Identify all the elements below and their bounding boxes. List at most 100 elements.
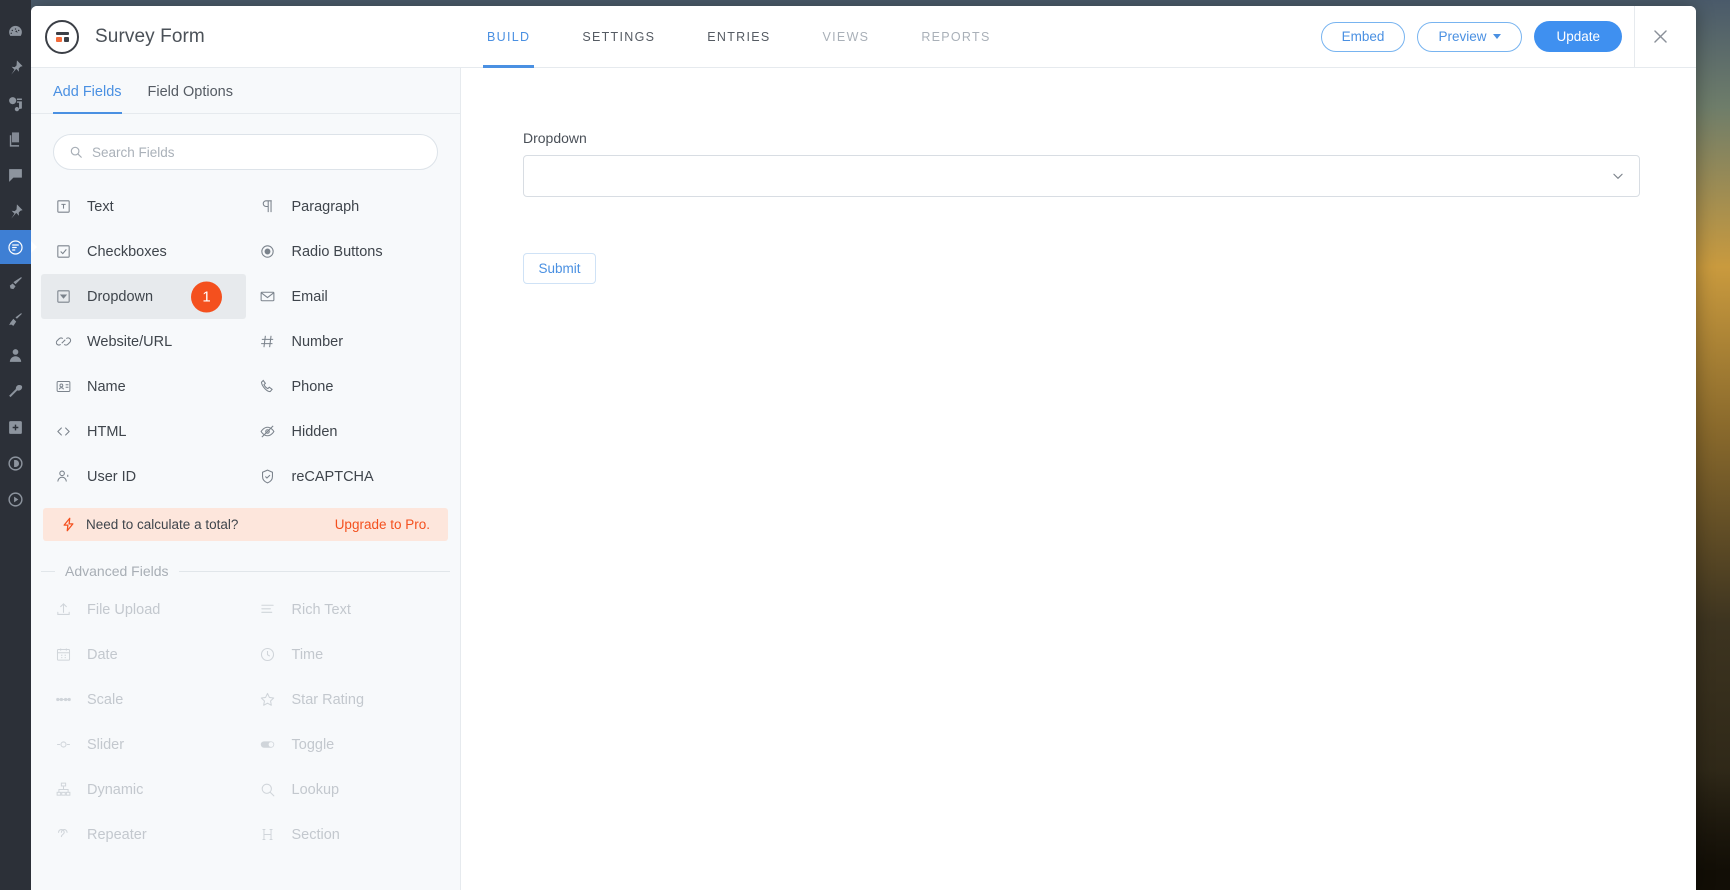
form-preview-canvas: Dropdown Submit — [461, 68, 1696, 890]
preview-label: Preview — [1438, 29, 1487, 44]
field-item-text[interactable]: Text — [41, 184, 246, 229]
tab-reports[interactable]: REPORTS — [895, 6, 1016, 68]
header-actions: Embed Preview Update — [1320, 6, 1696, 68]
formidable-logo-icon — [45, 19, 79, 54]
builder-tabs: BUILD SETTINGS ENTRIES VIEWS REPORTS — [461, 6, 1017, 68]
search-input[interactable] — [92, 144, 422, 160]
field-item-number[interactable]: Number — [246, 319, 451, 364]
plugin-icon[interactable] — [0, 302, 31, 336]
field-label: Slider — [87, 736, 125, 753]
builder-header: Survey Form BUILD SETTINGS ENTRIES VIEWS… — [31, 6, 1696, 68]
section-icon — [258, 826, 278, 843]
users-icon[interactable] — [0, 338, 31, 372]
field-item-checkboxes[interactable]: Checkboxes — [41, 229, 246, 274]
slider-icon — [53, 736, 73, 753]
field-item-lookup[interactable]: Lookup — [246, 767, 451, 812]
field-item-name[interactable]: Name — [41, 364, 246, 409]
field-item-repeater[interactable]: Repeater — [41, 812, 246, 857]
step-badge: 1 — [191, 281, 222, 312]
field-item-date[interactable]: Date — [41, 632, 246, 677]
submit-label: Submit — [538, 261, 581, 276]
field-item-star-rating[interactable]: Star Rating — [246, 677, 451, 722]
field-item-hidden[interactable]: Hidden — [246, 409, 451, 454]
builder-body: Add Fields Field Options Text Paragraph — [31, 68, 1696, 890]
divi-icon[interactable] — [0, 446, 31, 480]
link-icon — [53, 333, 73, 350]
field-item-html[interactable]: HTML — [41, 409, 246, 454]
advanced-fields-separator: Advanced Fields — [31, 541, 460, 587]
field-label: Checkboxes — [87, 243, 167, 260]
rich-text-icon — [258, 601, 278, 618]
field-label: Phone — [291, 378, 334, 395]
pages-icon[interactable] — [0, 122, 31, 156]
email-icon — [258, 288, 278, 305]
embed-button[interactable]: Embed — [1320, 21, 1406, 52]
field-label: Dynamic — [87, 781, 144, 798]
eye-off-icon — [258, 423, 278, 440]
text-icon — [53, 198, 73, 215]
field-item-website-url[interactable]: Website/URL — [41, 319, 246, 364]
field-item-phone[interactable]: Phone — [246, 364, 451, 409]
brush-icon[interactable] — [0, 266, 31, 300]
field-item-user-id[interactable]: User ID — [41, 454, 246, 499]
settings-grid-icon[interactable] — [0, 410, 31, 444]
field-label: Name — [87, 378, 126, 395]
advanced-fields-grid: File Upload Rich Text Date Time Scale St… — [31, 587, 460, 857]
field-item-file-upload[interactable]: File Upload — [41, 587, 246, 632]
toggle-icon — [258, 736, 278, 753]
tab-settings[interactable]: SETTINGS — [556, 6, 681, 68]
fields-sidebar: Add Fields Field Options Text Paragraph — [31, 68, 461, 890]
star-icon — [258, 691, 278, 708]
pin-icon[interactable] — [0, 50, 31, 84]
field-label: Email — [291, 288, 328, 305]
close-button[interactable] — [1634, 6, 1686, 68]
sidebar-tab-field-options[interactable]: Field Options — [148, 68, 233, 113]
field-item-toggle[interactable]: Toggle — [246, 722, 451, 767]
field-label: reCAPTCHA — [291, 468, 374, 485]
tab-build[interactable]: BUILD — [461, 6, 556, 68]
sidebar-tab-add-fields[interactable]: Add Fields — [53, 68, 122, 114]
field-item-dropdown[interactable]: Dropdown 1 — [41, 274, 246, 319]
field-label: User ID — [87, 468, 137, 485]
upgrade-banner[interactable]: Need to calculate a total? Upgrade to Pr… — [43, 508, 448, 541]
field-item-rich-text[interactable]: Rich Text — [246, 587, 451, 632]
search-fields-box[interactable] — [53, 134, 438, 170]
field-label: Lookup — [291, 781, 340, 798]
brand-area: Survey Form — [31, 19, 461, 54]
field-label: Dropdown — [87, 288, 154, 305]
field-label: Website/URL — [87, 333, 173, 350]
preview-button[interactable]: Preview — [1417, 21, 1523, 52]
paragraph-icon — [258, 198, 278, 215]
comments-icon[interactable] — [0, 158, 31, 192]
field-item-dynamic[interactable]: Dynamic — [41, 767, 246, 812]
update-label: Update — [1556, 29, 1600, 44]
tab-views[interactable]: VIEWS — [797, 6, 896, 68]
pin-alt-icon[interactable] — [0, 194, 31, 228]
field-item-slider[interactable]: Slider — [41, 722, 246, 767]
field-label: Toggle — [291, 736, 335, 753]
upgrade-to-pro-link[interactable]: Upgrade to Pro. — [335, 517, 430, 532]
field-item-paragraph[interactable]: Paragraph — [246, 184, 451, 229]
dropdown-select[interactable] — [523, 155, 1640, 197]
dashboard-icon[interactable] — [0, 14, 31, 48]
formidable-icon[interactable] — [0, 230, 31, 264]
upsell-text: Need to calculate a total? — [86, 517, 239, 532]
field-item-email[interactable]: Email — [246, 274, 451, 319]
field-item-section[interactable]: Section — [246, 812, 451, 857]
field-item-scale[interactable]: Scale — [41, 677, 246, 722]
field-label: Text — [87, 198, 114, 215]
submit-button[interactable]: Submit — [523, 253, 596, 284]
field-label: Star Rating — [291, 691, 365, 708]
play-icon[interactable] — [0, 482, 31, 516]
media-icon[interactable] — [0, 86, 31, 120]
field-label: Hidden — [291, 423, 338, 440]
field-item-time[interactable]: Time — [246, 632, 451, 677]
dropdown-field-label: Dropdown — [523, 130, 587, 146]
tools-icon[interactable] — [0, 374, 31, 408]
field-item-radio-buttons[interactable]: Radio Buttons — [246, 229, 451, 274]
tab-entries[interactable]: ENTRIES — [681, 6, 796, 68]
update-button[interactable]: Update — [1534, 21, 1622, 52]
field-item-recaptcha[interactable]: reCAPTCHA — [246, 454, 451, 499]
radio-icon — [258, 243, 278, 260]
field-label: Number — [291, 333, 344, 350]
